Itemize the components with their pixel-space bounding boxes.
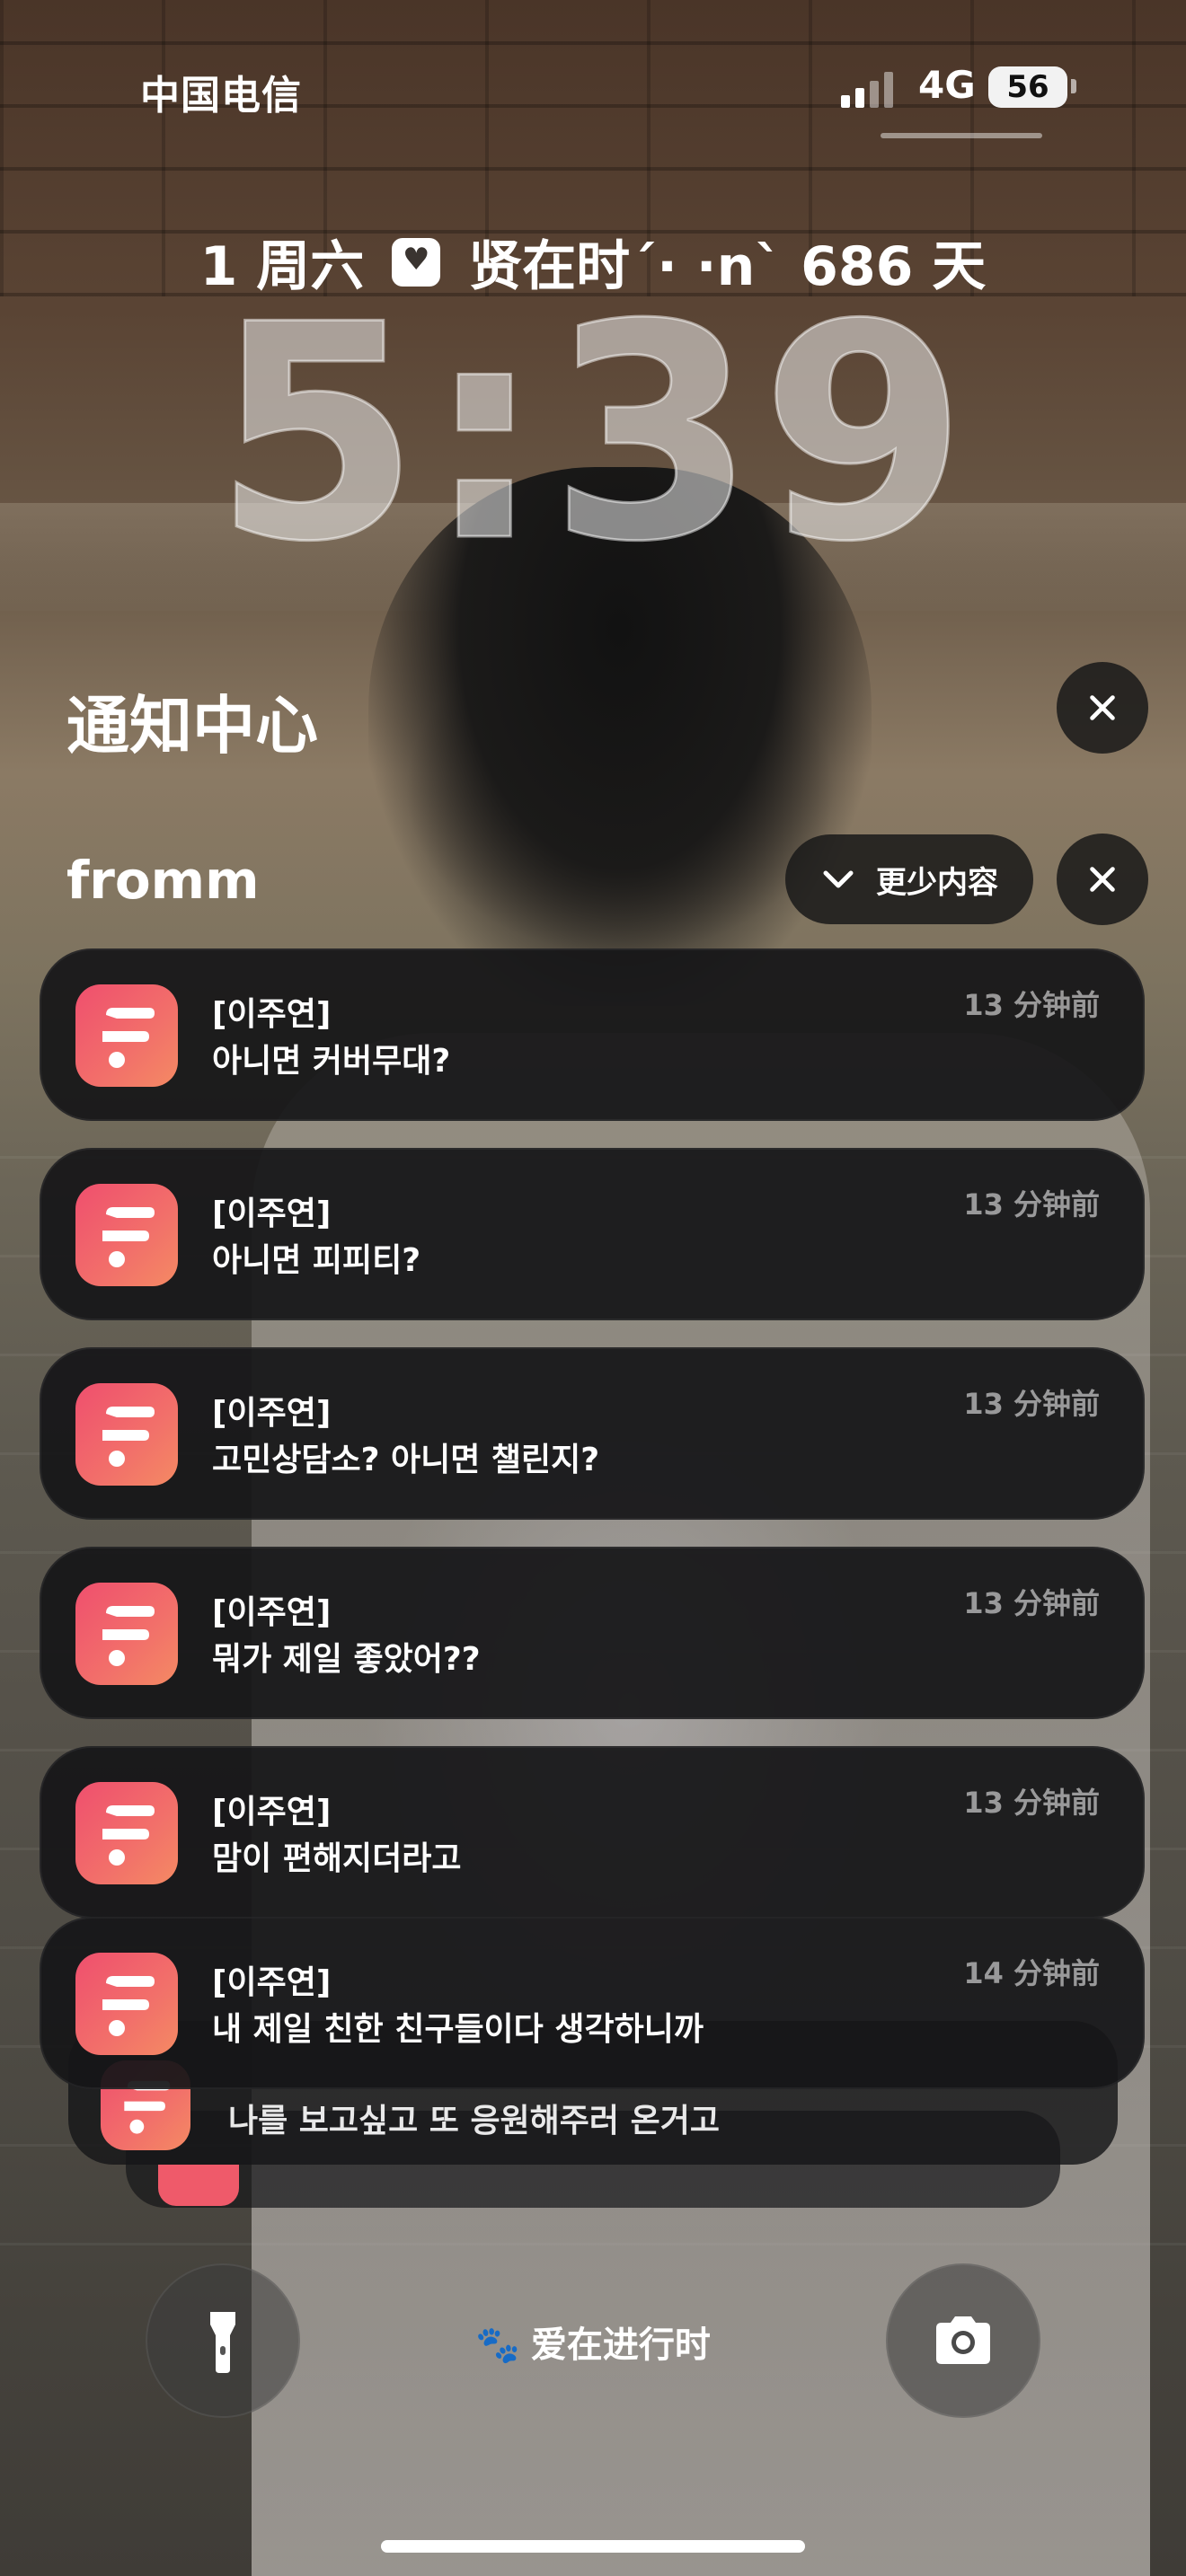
notification-body: 아니면 커버무대?: [212, 1043, 451, 1080]
notification-sender: [이주연]: [212, 1594, 332, 1631]
lock-clock: 5:39: [212, 261, 973, 606]
show-less-label: 更少内容: [876, 864, 998, 901]
home-indicator[interactable]: [381, 2540, 805, 2553]
battery-icon: 56: [988, 66, 1067, 108]
status-bar: 中国电信 4G 56: [0, 0, 1186, 162]
notification-card[interactable]: [이주연] 아니면 커버무대? 13 分钟前: [40, 948, 1145, 1121]
camera-icon: [936, 2316, 990, 2364]
camera-button[interactable]: [886, 2263, 1040, 2418]
notification-time: 14 分钟前: [963, 1956, 1100, 1990]
notification-time: 13 分钟前: [963, 1387, 1100, 1421]
notification-center-title: 通知中心: [66, 689, 318, 763]
app-group-name: fromm: [66, 850, 260, 911]
chevron-down-icon: [823, 870, 854, 888]
fromm-app-icon: [75, 1184, 178, 1286]
notification-body: 내 제일 친한 친구들이다 생각하니까: [212, 2011, 704, 2048]
dismiss-group-button[interactable]: [1057, 834, 1148, 925]
notification-sender: [이주연]: [212, 1395, 332, 1432]
notification-card[interactable]: [이주연] 고민상담소? 아니면 챌린지? 13 分钟前: [40, 1347, 1145, 1520]
notification-card[interactable]: [이주연] 아니면 피피티? 13 分钟前: [40, 1148, 1145, 1320]
notification-time: 13 分钟前: [963, 1187, 1100, 1222]
focus-mode-label: 爱在进行时: [530, 2325, 711, 2366]
notification-time: 13 分钟前: [963, 988, 1100, 1022]
paw-icon: 🐾: [475, 2325, 520, 2366]
notification-card[interactable]: [이주연] 뭐가 제일 좋았어?? 13 分钟前: [40, 1547, 1145, 1719]
fromm-app-icon: [75, 1583, 178, 1685]
notification-body: 맘이 편해지더라고: [212, 1840, 462, 1877]
fromm-app-icon: [158, 2165, 239, 2206]
notification-sender: [이주연]: [212, 1794, 332, 1831]
notification-body: 아니면 피피티?: [212, 1242, 421, 1279]
status-indicator-line: [881, 133, 1042, 138]
notification-body: 뭐가 제일 좋았어??: [212, 1641, 481, 1678]
notification-sender: [이주연]: [212, 996, 332, 1033]
notification-time: 13 分钟前: [963, 1786, 1100, 1820]
carrier-name: 中国电信: [140, 73, 302, 119]
close-icon: [1090, 695, 1115, 720]
clear-all-button[interactable]: [1057, 662, 1148, 754]
fromm-app-icon: [75, 1782, 178, 1884]
fromm-app-icon: [75, 1953, 178, 2055]
signal-bars-icon: [841, 72, 904, 108]
notification-card[interactable]: [이주연] 맘이 편해지더라고 13 分钟前: [40, 1746, 1145, 1919]
show-less-button[interactable]: 更少内容: [785, 834, 1033, 924]
network-type: 4G: [918, 63, 976, 107]
notification-body: 고민상담소? 아니면 챌린지?: [212, 1442, 600, 1478]
fromm-app-icon: [75, 984, 178, 1087]
notification-sender: [이주연]: [212, 1964, 332, 2001]
notification-body: 나를 보고싶고 또 응원해주러 온거고: [228, 2103, 720, 2139]
fromm-app-icon: [75, 1383, 178, 1486]
close-icon: [1090, 867, 1115, 892]
notification-time: 13 分钟前: [963, 1586, 1100, 1620]
battery-cap: [1071, 79, 1076, 93]
battery-level: 56: [1006, 69, 1049, 105]
notification-sender: [이주연]: [212, 1195, 332, 1232]
notification-card[interactable]: [이주연] 내 제일 친한 친구들이다 생각하니까 14 分钟前: [40, 1917, 1145, 2089]
